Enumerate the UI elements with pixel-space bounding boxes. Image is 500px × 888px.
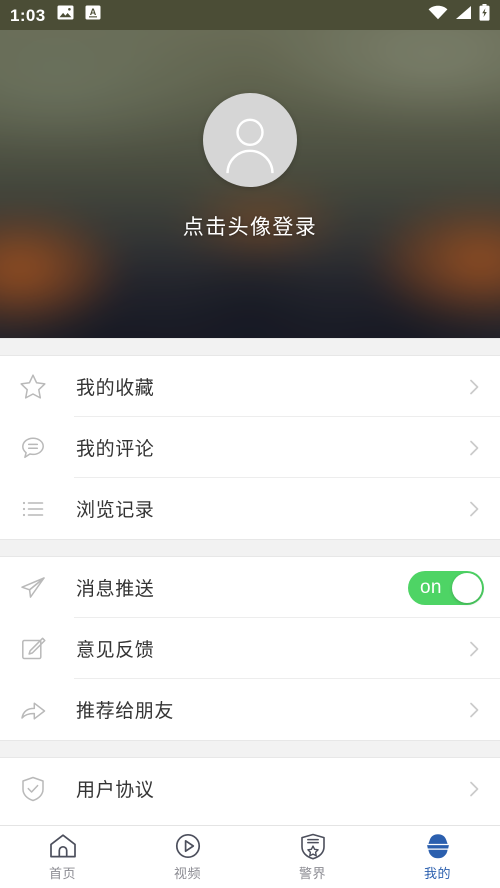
tab-video[interactable]: 视频 <box>125 826 250 888</box>
push-notifications-toggle[interactable]: on <box>408 570 484 605</box>
list-item-label: 消息推送 <box>76 579 155 600</box>
chevron-right-icon <box>464 438 484 458</box>
header-content: 点击头像登录 <box>0 30 500 338</box>
section-gap <box>0 740 500 758</box>
bottom-tab-bar: 首页 视频 警界 我的 <box>0 825 500 888</box>
list-item-push-notifications[interactable]: 消息推送 on <box>0 557 500 618</box>
toggle-state-label: on <box>420 576 442 598</box>
status-bar-clock: 1:03 <box>10 5 46 25</box>
list-item-comments[interactable]: 我的评论 <box>0 417 500 478</box>
person-placeholder-icon <box>226 118 274 174</box>
home-icon <box>49 832 77 860</box>
comment-icon <box>18 433 58 463</box>
wifi-icon <box>428 5 448 25</box>
status-bar-left: 1:03 A <box>10 4 101 26</box>
svg-text:A: A <box>89 7 96 17</box>
tab-profile[interactable]: 我的 <box>375 826 500 888</box>
list-item-label: 推荐给朋友 <box>76 701 175 722</box>
signal-icon <box>455 5 472 25</box>
tab-label: 首页 <box>48 866 76 881</box>
video-play-icon <box>175 832 201 860</box>
tab-label: 警界 <box>298 866 326 881</box>
chevron-right-icon <box>464 700 484 720</box>
chevron-right-icon <box>464 779 484 799</box>
shield-check-icon <box>18 774 58 804</box>
star-icon <box>18 372 58 402</box>
tab-police[interactable]: 警界 <box>250 826 375 888</box>
chevron-right-icon <box>464 377 484 397</box>
list-item-label: 浏览记录 <box>76 500 155 521</box>
status-bar: 1:03 A <box>0 0 500 30</box>
tab-label: 我的 <box>423 866 451 881</box>
chevron-right-icon <box>464 499 484 519</box>
list-item-history[interactable]: 浏览记录 <box>0 478 500 539</box>
list-item-label: 意见反馈 <box>76 640 155 661</box>
list-item-feedback[interactable]: 意见反馈 <box>0 618 500 679</box>
status-bar-right <box>428 4 490 26</box>
tab-home[interactable]: 首页 <box>0 826 125 888</box>
tab-label: 视频 <box>173 866 201 881</box>
police-cap-icon <box>423 832 453 860</box>
list-item-share-with-friends[interactable]: 推荐给朋友 <box>0 679 500 740</box>
list-icon <box>18 494 58 524</box>
section-preferences: 消息推送 on 意见反馈 推荐给朋友 <box>0 557 500 740</box>
image-icon <box>57 4 74 26</box>
avatar[interactable] <box>203 93 297 187</box>
toggle-knob <box>452 572 482 603</box>
list-item-label: 用户协议 <box>76 780 155 801</box>
paper-plane-icon <box>18 573 58 603</box>
section-legal: 用户协议 <box>0 758 500 819</box>
edit-icon <box>18 634 58 664</box>
section-account: 我的收藏 我的评论 浏览记录 <box>0 356 500 539</box>
section-gap <box>0 338 500 356</box>
list-item-label: 我的评论 <box>76 439 155 460</box>
font-a-icon: A <box>85 4 101 26</box>
shield-star-icon <box>300 832 326 860</box>
list-item-label: 我的收藏 <box>76 378 155 399</box>
login-prompt[interactable]: 点击头像登录 <box>183 211 317 241</box>
section-gap <box>0 539 500 557</box>
list-item-favorites[interactable]: 我的收藏 <box>0 356 500 417</box>
battery-charging-icon <box>479 4 490 26</box>
share-icon <box>18 695 58 725</box>
list-item-user-agreement[interactable]: 用户协议 <box>0 758 500 819</box>
profile-header: 点击头像登录 <box>0 30 500 338</box>
app-root: 1:03 A 点击头像登录 我的收藏 我的评论 浏览记录 消息推送 on 意见反… <box>0 0 500 888</box>
chevron-right-icon <box>464 639 484 659</box>
